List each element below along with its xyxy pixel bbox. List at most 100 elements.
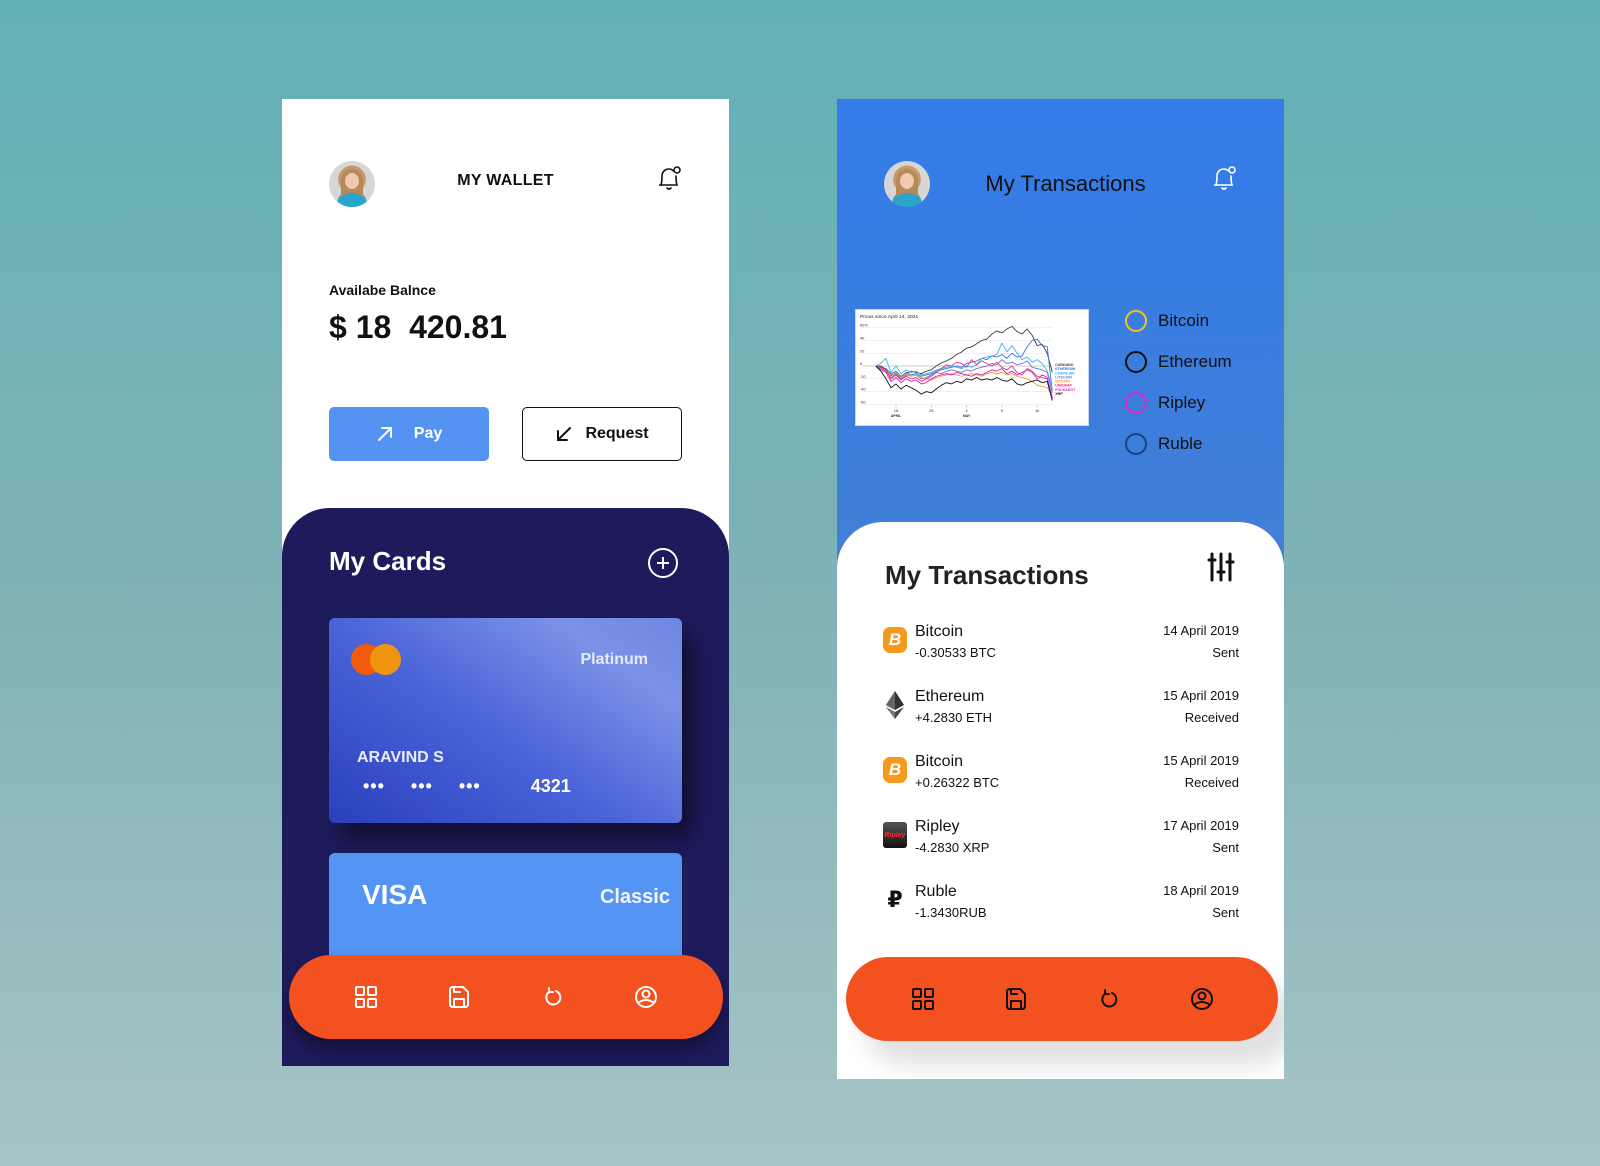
request-button[interactable]: Request [522, 407, 682, 461]
nav-profile[interactable] [1182, 979, 1222, 1019]
transaction-status: Received [1184, 710, 1239, 725]
transaction-row[interactable]: Ethereum +4.2830 ETH 15 April 2019 Recei… [883, 688, 1239, 753]
nav-profile[interactable] [626, 977, 666, 1017]
transaction-status: Sent [1212, 840, 1239, 855]
mastercard-logo-icon [351, 644, 403, 676]
transaction-date: 15 April 2019 [1163, 688, 1239, 703]
x-tick-label: 2 [965, 408, 967, 413]
filter-sliders-icon[interactable] [1207, 550, 1235, 584]
legend-ring-icon [1125, 432, 1147, 455]
transaction-amount: +4.2830 ETH [915, 710, 992, 725]
transaction-row[interactable]: ₽ Ruble -1.3430RUB 18 April 2019 Sent [883, 883, 1239, 948]
x-tick-label: 18 [894, 408, 899, 413]
transaction-amount: +0.26322 BTC [915, 775, 1000, 790]
pay-label: Pay [413, 425, 443, 442]
chart-legend: Bitcoin Ethereum Ripley Ruble [1125, 300, 1232, 464]
bottom-nav [289, 955, 723, 1039]
transaction-row[interactable]: B Bitcoin -0.30533 BTC 14 April 2019 Sen… [883, 623, 1239, 688]
balance-label: Availabe Balnce [329, 282, 436, 298]
transaction-amount: -1.3430RUB [915, 905, 987, 920]
x-tick-label: 25 [929, 408, 934, 413]
transactions-panel-title: My Transactions [885, 560, 1089, 590]
ripley-icon: Ripley [883, 821, 907, 849]
legend-label: Bitcoin [1158, 310, 1210, 330]
ethereum-icon [883, 691, 907, 719]
transaction-name: Bitcoin [915, 753, 964, 770]
profile-icon [1190, 988, 1213, 1010]
y-tick-label: 20 [860, 348, 865, 353]
y-tick-label: 0 [860, 361, 863, 366]
transaction-row[interactable]: B Bitcoin +0.26322 BTC 15 April 2019 Rec… [883, 753, 1239, 818]
avatar-shirt [340, 193, 364, 207]
x-tick-label: 16 [1035, 408, 1040, 413]
bottom-nav [846, 957, 1278, 1041]
transaction-date: 18 April 2019 [1163, 883, 1239, 898]
legend-item-ruble[interactable]: Ruble [1125, 423, 1232, 464]
transaction-status: Sent [1212, 645, 1239, 660]
bitcoin-icon: B [883, 626, 907, 654]
nav-dashboard[interactable] [346, 977, 386, 1017]
transaction-amount: -0.30533 BTC [915, 645, 996, 660]
notification-bell-icon[interactable] [1211, 165, 1237, 193]
y-tick-label: -40 [860, 387, 867, 392]
x-tick-sublabel: APRIL [891, 414, 901, 418]
nav-dashboard[interactable] [903, 979, 943, 1019]
notification-bell-icon[interactable] [656, 165, 682, 193]
profile-icon [635, 986, 658, 1008]
price-chart: Prices since April 14, 2021 60% 40 20 0 -20 -… [855, 309, 1089, 426]
save-icon [1005, 988, 1026, 1010]
x-tick-sublabel: MAY [963, 414, 971, 418]
legend-label: Ethereum [1158, 351, 1232, 371]
transaction-row[interactable]: Ripley Ripley -4.2830 XRP 17 April 2019 … [883, 818, 1239, 883]
refresh-icon [545, 987, 562, 1006]
grid-icon [911, 988, 934, 1010]
y-tick-label: -20 [860, 374, 867, 379]
wallet-screen: MY WALLET Availabe Balnce $ 18 420.81 Pa… [282, 99, 729, 1066]
nav-saved[interactable] [439, 977, 479, 1017]
pay-button[interactable]: Pay [329, 407, 489, 461]
transactions-list: B Bitcoin -0.30533 BTC 14 April 2019 Sen… [883, 623, 1239, 948]
refresh-icon [1100, 989, 1117, 1008]
legend-item-ripley[interactable]: Ripley [1125, 382, 1232, 423]
my-cards-title: My Cards [329, 546, 447, 576]
nav-saved[interactable] [996, 979, 1036, 1019]
card-number: ••• ••• ••• 4321 [363, 776, 571, 797]
transaction-status: Received [1184, 775, 1239, 790]
transaction-name: Ruble [915, 883, 957, 900]
masked-digits: ••• [458, 776, 481, 796]
card-tier: Classic [599, 886, 670, 908]
transaction-date: 17 April 2019 [1163, 818, 1239, 833]
card-tier: Platinum [580, 651, 648, 668]
transaction-name: Ethereum [915, 688, 985, 705]
masked-digits: ••• [410, 776, 433, 796]
legend-ring-icon [1125, 391, 1147, 414]
legend-ring-icon [1125, 309, 1147, 332]
transaction-status: Sent [1212, 905, 1239, 920]
legend-item-bitcoin[interactable]: Bitcoin [1125, 300, 1232, 341]
legend-ring-icon [1125, 350, 1147, 373]
price-chart-svg: Prices since April 14, 2021 60% 40 20 0 -20 -… [860, 314, 1076, 418]
card-holder: ARAVIND S [357, 749, 444, 766]
legend-item-ethereum[interactable]: Ethereum [1125, 341, 1232, 382]
y-tick-label: -60 [860, 399, 867, 404]
add-card-button[interactable] [648, 548, 678, 578]
y-tick-label: 40 [860, 336, 865, 341]
chart-title: Prices since April 14, 2021 [860, 314, 919, 320]
masked-digits: ••• [363, 776, 385, 796]
arrow-up-right-icon [377, 427, 392, 441]
nav-refresh[interactable] [1089, 979, 1129, 1019]
transaction-amount: -4.2830 XRP [915, 840, 990, 855]
legend-label: Ripley [1158, 392, 1206, 412]
request-label: Request [585, 425, 649, 442]
nav-refresh[interactable] [533, 977, 573, 1017]
visa-logo: VISA [362, 879, 428, 910]
transaction-date: 15 April 2019 [1163, 753, 1239, 768]
transaction-name: Bitcoin [915, 623, 964, 640]
arrow-down-left-icon [557, 427, 572, 441]
card-last4: 4321 [530, 776, 571, 796]
series-label: XRP [1055, 392, 1063, 396]
bitcoin-icon: B [883, 756, 907, 784]
platinum-card[interactable]: Platinum ARAVIND S ••• ••• ••• 4321 [329, 618, 682, 823]
y-tick-label: 60% [860, 323, 868, 328]
transaction-name: Ripley [915, 818, 960, 835]
